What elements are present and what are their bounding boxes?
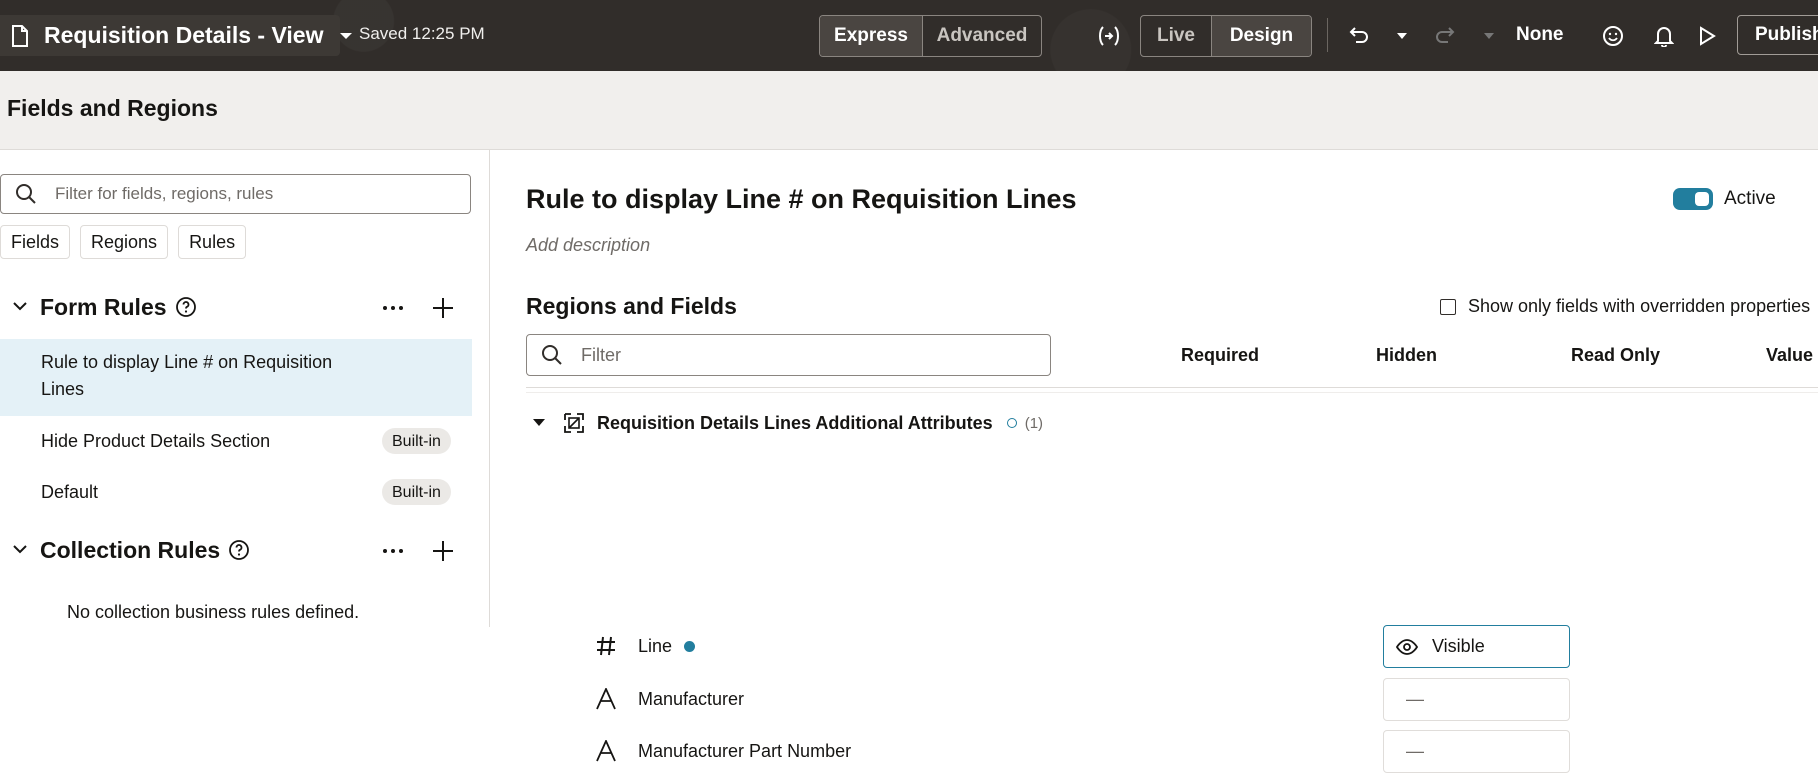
field-row-line[interactable]: Line xyxy=(594,626,696,666)
region-name: Requisition Details Lines Additional Att… xyxy=(597,412,993,433)
column-value: Value xyxy=(1766,345,1814,365)
advanced-button[interactable]: Advanced xyxy=(922,16,1041,56)
design-button[interactable]: Design xyxy=(1211,16,1311,56)
active-toggle[interactable] xyxy=(1673,188,1713,210)
field-name: Manufacturer xyxy=(638,688,745,709)
mode-switch: Express Advanced xyxy=(819,15,1042,57)
more-options-icon[interactable] xyxy=(380,295,406,321)
express-button[interactable]: Express xyxy=(820,16,922,56)
column-hidden: Hidden xyxy=(1376,345,1437,365)
text-icon xyxy=(594,687,618,711)
play-icon[interactable] xyxy=(1694,23,1720,49)
chevron-down-icon[interactable] xyxy=(12,541,28,559)
help-icon[interactable] xyxy=(228,539,250,561)
form-rules-title: Form Rules xyxy=(40,293,167,320)
chevron-down-icon[interactable] xyxy=(12,298,28,316)
divider xyxy=(526,392,1818,393)
caret-down-icon[interactable] xyxy=(532,414,546,432)
empty-collection-message: No collection business rules defined. xyxy=(67,602,360,622)
rule-item-label: Default xyxy=(41,482,99,502)
search-icon xyxy=(15,183,37,205)
toggle-knob xyxy=(1695,192,1709,206)
field-row-manufacturer[interactable]: Manufacturer xyxy=(594,679,744,719)
fields-filter[interactable] xyxy=(526,334,1051,376)
saved-status: Saved 12:25 PM xyxy=(359,24,485,43)
help-icon[interactable] xyxy=(175,296,197,318)
field-name: Line xyxy=(638,635,673,656)
add-description-field[interactable]: Add description xyxy=(526,235,650,256)
checkbox-label: Show only fields with overridden propert… xyxy=(1468,296,1811,316)
redo-icon[interactable] xyxy=(1432,23,1458,49)
chip-rules[interactable]: Rules xyxy=(178,225,247,259)
form-rules-header: Form Rules xyxy=(0,287,472,327)
read-only-value: — xyxy=(1406,741,1424,761)
collection-rules-title: Collection Rules xyxy=(40,536,221,563)
filter-chips: Fields Regions Rules xyxy=(0,225,247,259)
chevron-down-icon[interactable] xyxy=(339,28,353,44)
search-icon xyxy=(541,344,563,366)
toolbar-divider xyxy=(1327,18,1328,52)
read-only-select-manufacturer[interactable]: — xyxy=(1383,678,1570,721)
built-in-badge: Built-in xyxy=(382,479,451,505)
hash-icon xyxy=(594,634,618,658)
rules-search-input[interactable] xyxy=(53,183,457,205)
active-label: Active xyxy=(1724,188,1776,209)
divider xyxy=(526,387,1818,388)
modified-indicator-icon xyxy=(1006,418,1017,428)
rule-item-hide-product-details[interactable]: Hide Product Details Section Built-in xyxy=(0,416,472,467)
document-icon xyxy=(10,24,30,47)
bell-icon[interactable] xyxy=(1651,23,1677,49)
page-title: Requisition Details - View xyxy=(44,22,324,48)
override-filter-checkbox[interactable]: Show only fields with overridden propert… xyxy=(1440,296,1810,317)
chip-fields[interactable]: Fields xyxy=(0,225,71,259)
top-bar: Requisition Details - View Saved 12:25 P… xyxy=(0,0,1818,71)
column-read-only: Read Only xyxy=(1571,345,1661,365)
publish-button[interactable]: Publish xyxy=(1737,15,1818,55)
fields-filter-input[interactable] xyxy=(579,343,1023,367)
region-icon xyxy=(563,412,585,434)
variable-icon[interactable] xyxy=(1096,23,1122,49)
undo-menu-chevron-icon[interactable] xyxy=(1389,23,1415,49)
undo-icon[interactable] xyxy=(1346,23,1372,49)
region-row[interactable]: Requisition Details Lines Additional Att… xyxy=(526,405,1043,441)
field-name: Manufacturer Part Number xyxy=(638,740,852,761)
region-count: (1) xyxy=(1024,414,1044,432)
smiley-icon[interactable] xyxy=(1600,23,1626,49)
eye-icon xyxy=(1395,636,1419,658)
rule-item-label: Hide Product Details Section xyxy=(41,431,271,451)
live-button[interactable]: Live xyxy=(1141,16,1211,56)
collection-rules-header: Collection Rules xyxy=(0,530,472,570)
chip-regions[interactable]: Regions xyxy=(80,225,169,259)
read-only-value: Visible xyxy=(1432,636,1485,656)
sub-header: Fields and Regions xyxy=(0,71,1818,150)
field-row-manufacturer-part-number[interactable]: Manufacturer Part Number xyxy=(594,731,851,771)
add-rule-icon[interactable] xyxy=(430,295,456,321)
read-only-value: — xyxy=(1406,689,1424,709)
redo-menu-chevron-icon[interactable] xyxy=(1476,23,1502,49)
more-options-icon[interactable] xyxy=(380,538,406,564)
sandbox-selector[interactable]: None xyxy=(1516,24,1564,46)
regions-fields-title: Regions and Fields xyxy=(526,293,737,319)
read-only-select-line[interactable]: Visible xyxy=(1383,625,1570,668)
rule-title[interactable]: Rule to display Line # on Requisition Li… xyxy=(526,184,1077,215)
rule-item-default[interactable]: Default Built-in xyxy=(0,467,472,518)
rule-detail-panel: Rule to display Line # on Requisition Li… xyxy=(490,150,1818,773)
section-title: Fields and Regions xyxy=(7,95,218,121)
view-switch: Live Design xyxy=(1140,15,1312,57)
text-icon xyxy=(594,739,618,763)
read-only-select-manufacturer-part-number[interactable]: — xyxy=(1383,730,1570,773)
column-required: Required xyxy=(1181,345,1260,365)
rule-item-line-number[interactable]: Rule to display Line # on Requisition Li… xyxy=(0,339,472,416)
built-in-badge: Built-in xyxy=(382,428,451,454)
page-title-menu[interactable]: Requisition Details - View xyxy=(0,15,353,56)
modified-dot-icon xyxy=(684,640,696,652)
add-collection-rule-icon[interactable] xyxy=(430,538,456,564)
checkbox[interactable] xyxy=(1440,298,1456,315)
rule-item-label: Rule to display Line # on Requisition Li… xyxy=(41,352,333,399)
rules-search[interactable] xyxy=(0,174,471,214)
left-panel: Fields Regions Rules Form Rules Rule to … xyxy=(0,150,490,627)
